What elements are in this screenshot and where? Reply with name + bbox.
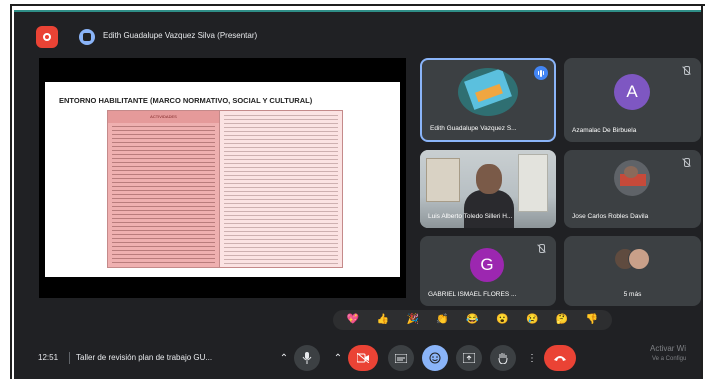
avatar: G bbox=[470, 248, 504, 282]
mic-options-chevron-icon[interactable]: ⌃ bbox=[276, 345, 292, 371]
windows-activation-watermark: Activar Wi bbox=[650, 344, 686, 353]
details-text bbox=[224, 115, 338, 264]
reactions-bar: 💖 👍 🎉 👏 😂 😮 😢 🤔 👎 bbox=[333, 310, 612, 330]
present-icon bbox=[79, 29, 95, 45]
sad-emoji-icon[interactable]: 😢 bbox=[526, 315, 538, 325]
more-participants-tile[interactable]: 5 más bbox=[564, 236, 701, 306]
thinking-emoji-icon[interactable]: 🤔 bbox=[556, 315, 568, 325]
more-count: 5 más bbox=[623, 291, 642, 298]
camera-options-chevron-icon[interactable]: ⌃ bbox=[330, 345, 346, 371]
participant-tile-azamalac[interactable]: A Azamalac De Birbuela bbox=[564, 58, 701, 142]
frame-border-right bbox=[701, 4, 703, 379]
frame-border-left bbox=[10, 4, 12, 379]
participant-name: Luis Alberto Toledo Silleri H... bbox=[428, 213, 513, 220]
meeting-time: 12:51 bbox=[38, 353, 59, 362]
bottom-bar: 12:51 Taller de revisión plan de trabajo… bbox=[14, 336, 701, 379]
mic-off-icon bbox=[681, 66, 691, 76]
mic-off-icon bbox=[536, 244, 546, 254]
participant-name: Azamalac De Birbuela bbox=[572, 127, 637, 134]
windows-activation-subtext: Ve a Configu bbox=[652, 356, 687, 362]
participant-name: GABRIEL ISMAEL FLORES ... bbox=[428, 291, 517, 298]
mic-off-icon bbox=[681, 158, 691, 168]
end-call-icon[interactable] bbox=[544, 345, 576, 371]
slide-title: ENTORNO HABILITANTE (MARCO NORMATIVO, SO… bbox=[59, 96, 313, 105]
participant-tile-gabriel[interactable]: G GABRIEL ISMAEL FLORES ... bbox=[420, 236, 556, 306]
more-options-icon[interactable]: ⋮ bbox=[524, 345, 540, 371]
participant-name: Edith Guadalupe Vazquez S... bbox=[430, 125, 517, 132]
camera-video bbox=[476, 164, 502, 194]
participant-tile-jose[interactable]: Jose Carlos Robles Davila bbox=[564, 150, 701, 228]
participant-tile-luis[interactable]: Luis Alberto Toledo Silleri H... bbox=[420, 150, 556, 228]
thumbs-down-emoji-icon[interactable]: 👎 bbox=[586, 315, 598, 325]
activities-text bbox=[112, 126, 215, 264]
clap-emoji-icon[interactable]: 👏 bbox=[436, 315, 448, 325]
record-icon[interactable] bbox=[36, 26, 58, 48]
mic-icon[interactable] bbox=[294, 345, 320, 371]
thumbs-up-emoji-icon[interactable]: 👍 bbox=[377, 315, 389, 325]
screenshot-frame: Edith Guadalupe Vazquez Silva (Presentar… bbox=[0, 0, 705, 379]
laugh-emoji-icon[interactable]: 😂 bbox=[466, 315, 478, 325]
avatar-stack bbox=[614, 248, 654, 272]
speaking-indicator-icon bbox=[534, 66, 548, 80]
meeting-title: Taller de revisión plan de trabajo GU... bbox=[76, 353, 213, 362]
table-header: ACTIVIDADES bbox=[108, 111, 219, 123]
raise-hand-icon[interactable] bbox=[490, 345, 516, 371]
activities-column: ACTIVIDADES bbox=[108, 111, 220, 267]
frame-border-top bbox=[10, 4, 705, 6]
participant-name: Jose Carlos Robles Davila bbox=[572, 213, 649, 220]
camera-video bbox=[518, 154, 548, 212]
surprised-emoji-icon[interactable]: 😮 bbox=[496, 315, 508, 325]
presenter-title: Edith Guadalupe Vazquez Silva (Presentar… bbox=[103, 31, 258, 40]
heart-emoji-icon[interactable]: 💖 bbox=[347, 315, 359, 325]
present-now-icon[interactable] bbox=[456, 345, 482, 371]
emoji-icon[interactable] bbox=[422, 345, 448, 371]
presentation-area: ENTORNO HABILITANTE (MARCO NORMATIVO, SO… bbox=[39, 58, 406, 298]
details-column bbox=[220, 111, 342, 267]
avatar: A bbox=[614, 74, 650, 110]
participant-tile-edith[interactable]: Edith Guadalupe Vazquez S... bbox=[420, 58, 556, 142]
meet-window: Edith Guadalupe Vazquez Silva (Presentar… bbox=[14, 10, 701, 379]
camera-off-icon[interactable] bbox=[348, 345, 378, 371]
slide-table: ACTIVIDADES bbox=[107, 110, 343, 268]
divider bbox=[69, 352, 70, 364]
avatar bbox=[458, 68, 518, 116]
shared-slide: ENTORNO HABILITANTE (MARCO NORMATIVO, SO… bbox=[45, 82, 400, 277]
avatar bbox=[614, 160, 650, 196]
camera-video bbox=[426, 158, 460, 202]
top-bar: Edith Guadalupe Vazquez Silva (Presentar… bbox=[14, 12, 701, 50]
camera-video bbox=[464, 190, 514, 228]
captions-icon[interactable] bbox=[388, 345, 414, 371]
party-emoji-icon[interactable]: 🎉 bbox=[406, 315, 418, 325]
